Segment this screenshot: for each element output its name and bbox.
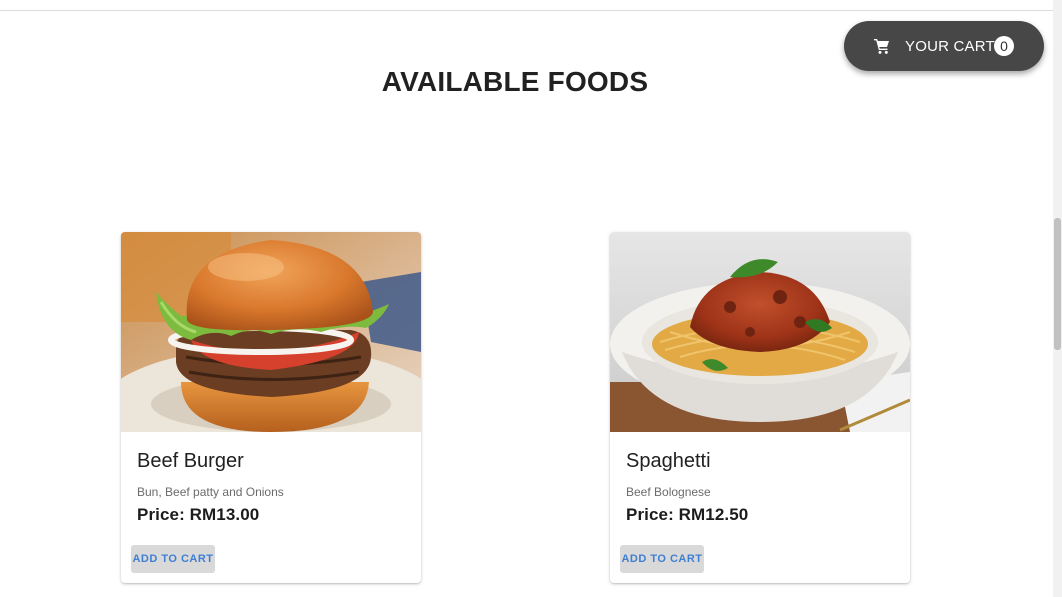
top-divider: [0, 10, 1053, 11]
cart-count-badge: 0: [994, 36, 1014, 56]
page-title: AVAILABLE FOODS: [381, 66, 649, 97]
add-to-cart-button[interactable]: ADD TO CART: [620, 545, 704, 573]
spaghetti-photo: [610, 232, 910, 432]
cart-label: YOUR CART: [905, 38, 995, 55]
food-name: Spaghetti: [626, 450, 711, 472]
food-name: Beef Burger: [137, 450, 244, 472]
page: YOUR CART 0 AVAILABLE FOODS Beef Burger …: [0, 0, 1062, 597]
food-price: Price: RM13.00: [137, 505, 260, 524]
scrollbar[interactable]: [1053, 0, 1062, 597]
cart-icon: [873, 37, 891, 55]
food-price: Price: RM12.50: [626, 505, 749, 524]
scrollbar-thumb[interactable]: [1054, 218, 1061, 350]
food-card-beef-burger: Beef Burger Bun, Beef patty and Onions P…: [121, 232, 421, 583]
your-cart-button[interactable]: YOUR CART 0: [844, 21, 1044, 71]
food-description: Beef Bolognese: [626, 485, 711, 499]
add-to-cart-button[interactable]: ADD TO CART: [131, 545, 215, 573]
food-description: Bun, Beef patty and Onions: [137, 485, 284, 499]
burger-photo: [121, 232, 421, 432]
food-card-spaghetti: Spaghetti Beef Bolognese Price: RM12.50 …: [610, 232, 910, 583]
